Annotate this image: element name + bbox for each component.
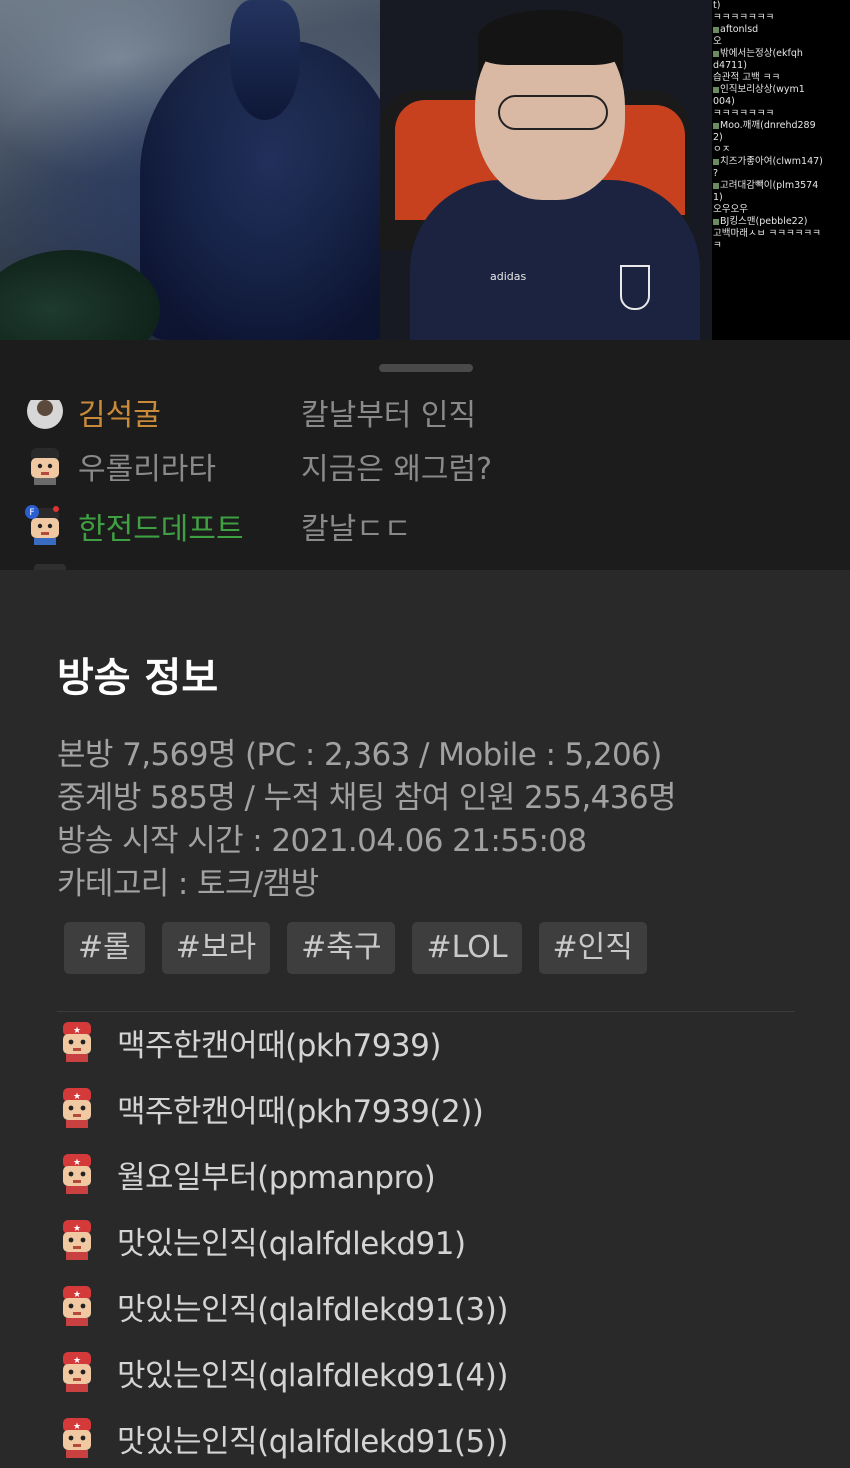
chat-message: 우롤리라타 지금은 왜그럼? bbox=[22, 440, 842, 490]
hashtag[interactable]: #인직 bbox=[538, 922, 647, 974]
badge-icon bbox=[713, 86, 719, 93]
overlay-chat-text: 2) bbox=[713, 132, 723, 143]
chat-nick[interactable]: 우롤리라타 bbox=[78, 444, 216, 488]
chat-text: 칼날부터 인직 bbox=[301, 398, 477, 433]
user-list-item[interactable]: ★ 맛있는인직(qlalfdlekd91(3)) bbox=[57, 1284, 817, 1330]
badge-icon bbox=[713, 218, 719, 225]
stream-chat-overlay: t) ㅋㅋㅋㅋㅋㅋㅋ aftonlsd 오 밖에서는정상(ekfqh d4711) 습관적 … bbox=[712, 0, 850, 340]
broadcast-info-panel: 방송 정보 본방 7,569명 (PC : 2,363 / Mobile : 5… bbox=[0, 570, 850, 1468]
badge-icon bbox=[713, 158, 719, 165]
user-list-item[interactable]: ★ 맥주한캔어때(pkh7939) bbox=[57, 1020, 817, 1066]
overlay-chat-nick: Moo.깨깨(dnrehd289 bbox=[713, 120, 849, 132]
user-avatar-icon bbox=[34, 564, 66, 570]
overlay-chat-text: 오우오우 bbox=[713, 204, 748, 215]
overlay-chat-text: 고백마래ㅅㅂ ㅋㅋㅋㅋㅋㅋ bbox=[713, 228, 821, 239]
user-name: 맥주한캔어때(pkh7939(2)) bbox=[117, 1094, 484, 1130]
fan-badge-avatar-icon: F bbox=[25, 505, 59, 545]
chat-message: 김석굴 칼날부터 인직 bbox=[22, 398, 842, 436]
overlay-chat-nick: 인직보리상상(wym1 bbox=[713, 84, 849, 96]
badge-icon bbox=[713, 26, 719, 33]
live-chat-panel: 김석굴 칼날부터 인직 우롤리라타 지금은 왜그럼? F 한전드데프트 칼날ㄷㄷ bbox=[0, 340, 850, 570]
fan-avatar-icon: ★ bbox=[63, 1022, 91, 1062]
user-list-item[interactable]: ★ 맛있는인직(qlalfdlekd91(5)) bbox=[57, 1416, 817, 1462]
user-list-item[interactable]: ★ 월요일부터(ppmanpro) bbox=[57, 1152, 817, 1198]
tag-list: #롤 #보라 #축구 #LOL #인직 bbox=[64, 922, 647, 974]
overlay-chat-text: ㅇㅈ bbox=[713, 144, 731, 155]
user-name: 월요일부터(ppmanpro) bbox=[117, 1160, 436, 1196]
overlay-chat-nick: 치즈가좋아여(clwm147) bbox=[713, 156, 849, 168]
overlay-chat-text: ㅋ bbox=[713, 240, 722, 251]
hashtag[interactable]: #보라 bbox=[161, 922, 271, 974]
overlay-chat-text: 004) bbox=[713, 96, 735, 107]
overlay-chat-text: ? bbox=[713, 168, 719, 179]
user-name: 맛있는인직(qlalfdlekd91) bbox=[117, 1226, 466, 1262]
chat-nick[interactable]: 한전드데프트 bbox=[78, 504, 244, 548]
user-name: 맛있는인직(qlalfdlekd91(3)) bbox=[117, 1292, 508, 1328]
hashtag[interactable]: #축구 bbox=[287, 922, 396, 974]
user-name: 맥주한캔어때(pkh7939) bbox=[117, 1028, 441, 1064]
team-crest bbox=[620, 265, 650, 310]
start-time: 방송 시작 시간 : 2021.04.06 21:55:08 bbox=[57, 823, 587, 859]
relay-count: 중계방 585명 / 누적 채팅 참여 인원 255,436명 bbox=[57, 780, 677, 816]
overlay-chat-nick: aftonlsd bbox=[713, 24, 849, 36]
overlay-chat-text: 습관적 고백 ㅋㅋ bbox=[713, 72, 781, 83]
hashtag[interactable]: #롤 bbox=[64, 922, 145, 974]
overlay-chat-text: 1) bbox=[713, 192, 723, 203]
fan-avatar-icon: ★ bbox=[63, 1352, 91, 1392]
hashtag[interactable]: #LOL bbox=[412, 922, 522, 974]
overlay-chat-nick: 고려대감빽이(plm3574 bbox=[713, 180, 849, 192]
user-list-item[interactable]: ★ 맛있는인직(qlalfdlekd91) bbox=[57, 1218, 817, 1264]
user-list-item[interactable]: ★ 맛있는인직(qlalfdlekd91(4)) bbox=[57, 1350, 817, 1396]
adidas-logo: adidas bbox=[490, 270, 527, 283]
badge-icon bbox=[713, 122, 719, 129]
viewer-count: 본방 7,569명 (PC : 2,363 / Mobile : 5,206) bbox=[57, 737, 662, 773]
badge-icon bbox=[713, 182, 719, 189]
user-avatar-icon bbox=[31, 448, 59, 485]
fan-avatar-icon: ★ bbox=[63, 1220, 91, 1260]
chat-text: 지금은 왜그럼? bbox=[301, 452, 493, 487]
fan-avatar-icon: ★ bbox=[63, 1418, 91, 1458]
overlay-chat-text: ㅋㅋㅋㅋㅋㅋㅋ bbox=[713, 12, 775, 23]
drag-handle[interactable] bbox=[379, 364, 473, 372]
overlay-chat-nick: BJ킹스맨(pebble22) bbox=[713, 216, 849, 228]
webcam-feed: adidas bbox=[380, 0, 712, 340]
overlay-chat-text: ㅋㅋㅋㅋㅋㅋㅋ bbox=[713, 108, 775, 119]
user-avatar-icon bbox=[27, 400, 63, 429]
fan-avatar-icon: ★ bbox=[63, 1154, 91, 1194]
overlay-chat-text: t) bbox=[713, 0, 721, 11]
category: 카테고리 : 토크/캠방 bbox=[57, 866, 319, 902]
video-player[interactable]: adidas t) ㅋㅋㅋㅋㅋㅋㅋ aftonlsd 오 밖에서는정상(ekfqh d47… bbox=[0, 0, 850, 340]
chat-message: F 한전드데프트 칼날ㄷㄷ bbox=[22, 500, 842, 550]
user-name: 맛있는인직(qlalfdlekd91(4)) bbox=[117, 1358, 508, 1394]
chat-nick[interactable]: 김석굴 bbox=[78, 400, 161, 434]
svg-text:F: F bbox=[29, 508, 34, 518]
fan-avatar-icon: ★ bbox=[63, 1286, 91, 1326]
overlay-chat-text: 오 bbox=[713, 36, 722, 47]
badge-icon bbox=[713, 50, 719, 57]
user-name: 맛있는인직(qlalfdlekd91(5)) bbox=[117, 1424, 508, 1460]
overlay-chat-nick: 밖에서는정상(ekfqh bbox=[713, 48, 849, 60]
fan-avatar-icon: ★ bbox=[63, 1088, 91, 1128]
chat-text: 칼날ㄷㄷ bbox=[301, 512, 412, 547]
user-list-item[interactable]: ★ 맥주한캔어때(pkh7939(2)) bbox=[57, 1086, 817, 1132]
section-title: 방송 정보 bbox=[57, 655, 219, 701]
divider bbox=[57, 1011, 794, 1012]
overlay-chat-text: d4711) bbox=[713, 60, 747, 71]
